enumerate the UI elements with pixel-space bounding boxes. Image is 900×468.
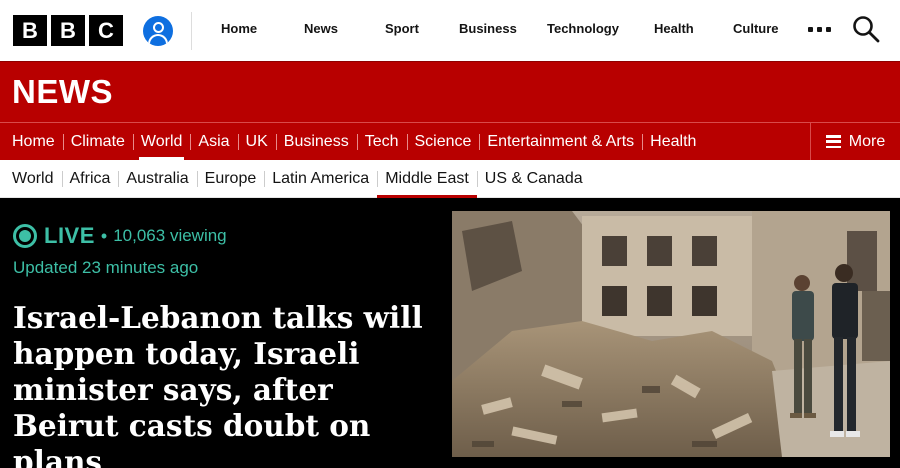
- account-icon[interactable]: [143, 15, 173, 46]
- more-menu-label: More: [848, 132, 886, 150]
- secondary-nav: World Africa Australia Europe Latin Amer…: [0, 160, 900, 198]
- primary-nav-uk[interactable]: UK: [237, 123, 276, 160]
- masthead-nav-health[interactable]: Health: [654, 21, 694, 36]
- search-icon[interactable]: [852, 15, 880, 43]
- bbc-logo-block: B: [13, 15, 47, 46]
- news-logo[interactable]: NEWS: [12, 73, 113, 111]
- primary-nav-science[interactable]: Science: [406, 123, 480, 160]
- masthead-nav-news[interactable]: News: [304, 21, 338, 36]
- viewer-count: 10,063 viewing: [113, 226, 227, 245]
- secondary-nav-europe[interactable]: Europe: [196, 160, 265, 197]
- bbc-logo-block: B: [51, 15, 85, 46]
- headline-link[interactable]: Israel-Lebanon talks will happen today, …: [13, 300, 433, 468]
- masthead-divider: [191, 11, 192, 50]
- live-indicator: LIVE • 10,063 viewing: [13, 223, 227, 249]
- masthead-nav-culture[interactable]: Culture: [733, 21, 779, 36]
- primary-nav: Home Climate World Asia UK Business Tech…: [0, 122, 900, 160]
- primary-nav-business[interactable]: Business: [275, 123, 357, 160]
- masthead-nav-sport[interactable]: Sport: [385, 21, 419, 36]
- primary-nav-world[interactable]: World: [132, 123, 191, 160]
- primary-nav-home[interactable]: Home: [0, 123, 63, 160]
- primary-nav-asia[interactable]: Asia: [190, 123, 237, 160]
- masthead-nav-business[interactable]: Business: [459, 21, 517, 36]
- bbc-logo-block: C: [89, 15, 123, 46]
- secondary-nav-africa[interactable]: Africa: [61, 160, 119, 197]
- masthead-nav-technology[interactable]: Technology: [547, 21, 619, 36]
- primary-nav-health[interactable]: Health: [642, 123, 704, 160]
- more-dots-icon[interactable]: [808, 27, 831, 32]
- primary-nav-entertainment-arts[interactable]: Entertainment & Arts: [479, 123, 642, 160]
- primary-nav-tech[interactable]: Tech: [356, 123, 407, 160]
- global-masthead: B B C Home News Sport Business Technolog…: [0, 0, 900, 61]
- news-banner: NEWS: [0, 61, 900, 122]
- updated-timestamp: Updated 23 minutes ago: [13, 258, 199, 277]
- hamburger-icon: [825, 135, 841, 148]
- hero-image[interactable]: [452, 211, 890, 457]
- live-hero: LIVE • 10,063 viewing Updated 23 minutes…: [0, 198, 900, 468]
- secondary-nav-australia[interactable]: Australia: [118, 160, 196, 197]
- primary-nav-climate[interactable]: Climate: [62, 123, 133, 160]
- secondary-nav-middle-east[interactable]: Middle East: [377, 160, 477, 198]
- bbc-logo[interactable]: B B C: [13, 15, 123, 46]
- secondary-nav-latin-america[interactable]: Latin America: [264, 160, 377, 197]
- live-icon: [13, 224, 37, 248]
- masthead-nav-home[interactable]: Home: [221, 21, 257, 36]
- secondary-nav-world[interactable]: World: [0, 160, 62, 197]
- secondary-nav-us-canada[interactable]: US & Canada: [476, 160, 591, 197]
- live-label: LIVE: [44, 223, 95, 248]
- more-menu-button[interactable]: More: [810, 123, 900, 160]
- live-separator: •: [100, 225, 108, 246]
